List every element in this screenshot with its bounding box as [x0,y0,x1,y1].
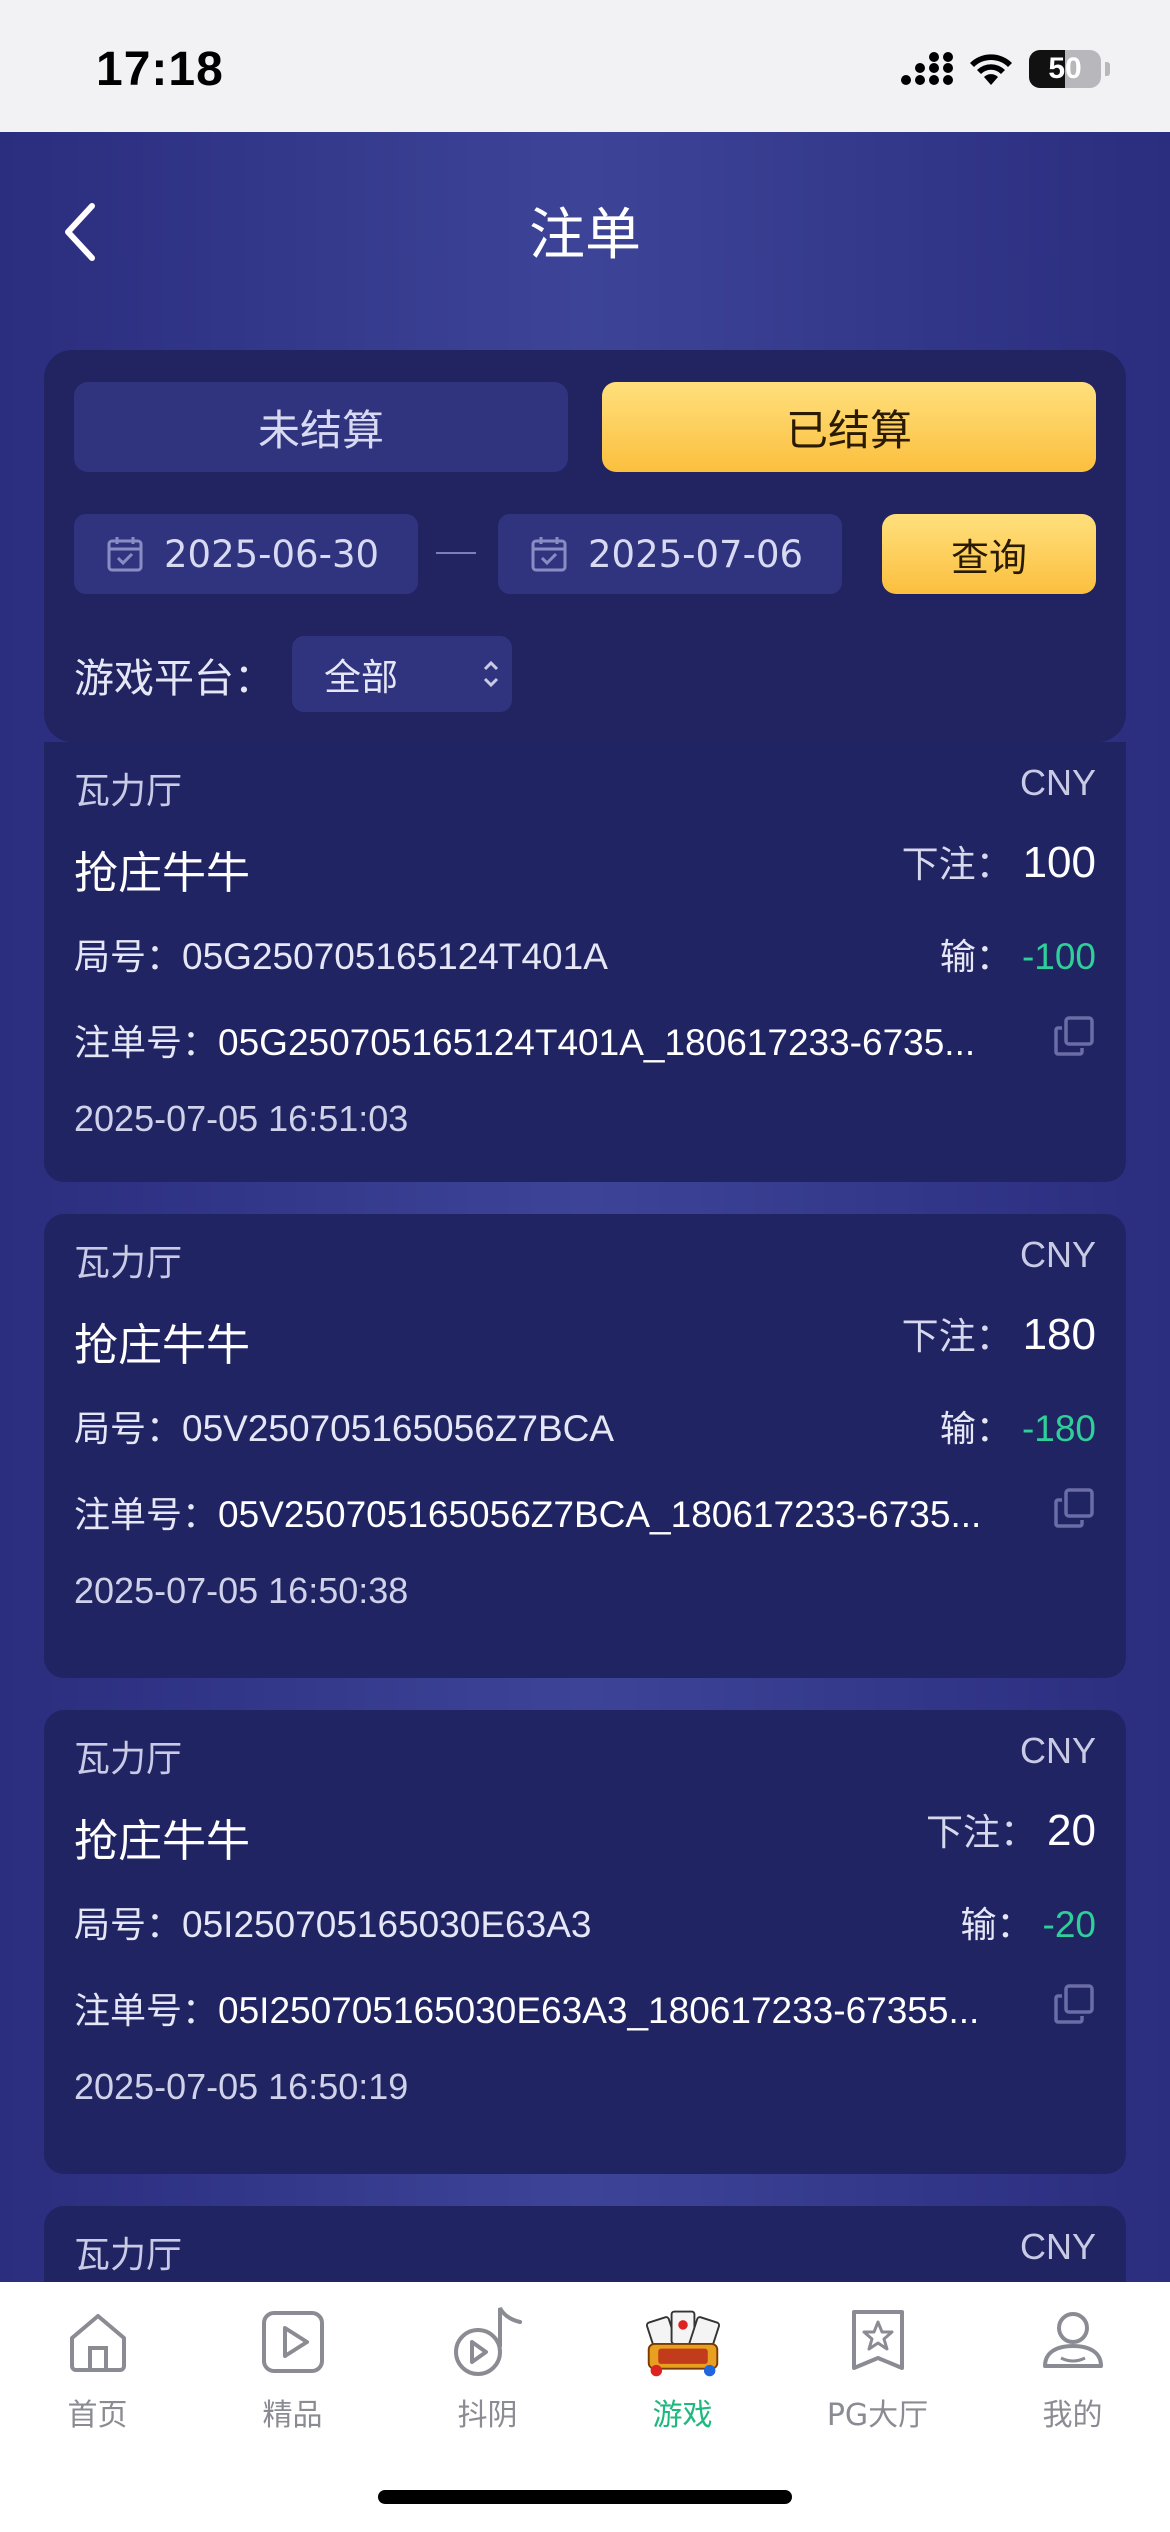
filter-panel: 未结算 已结算 2025-06-30 2025-07-06 查询 游戏平台： 全… [44,350,1126,742]
hall-name: 瓦力厅 [74,1243,183,1284]
query-button[interactable]: 查询 [882,514,1096,594]
wifi-icon [970,54,1012,85]
round-number: 局号：05V250705165056Z7BCA [74,1400,614,1452]
platform-select[interactable]: 全部 [292,636,512,712]
round-value: 05G250705165124T401A [182,936,608,977]
result: 输： -100 [940,928,1096,980]
round-value: 05V250705165056Z7BCA [182,1408,615,1449]
currency: CNY [1019,2226,1096,2267]
nav-item-douyin[interactable]: 抖阴 [390,2302,585,2434]
nav-item-profile[interactable]: 我的 [975,2302,1170,2434]
result-label: 输： [960,1905,1033,1946]
order-number: 注单号：05G250705165124T401A_180617233-6735.… [74,1014,1034,1066]
home-icon [58,2302,138,2382]
round-value: 05I250705165030E63A3 [182,1904,592,1945]
bet-time: 2025-07-05 16:50:19 [74,2066,409,2107]
copy-icon[interactable] [1052,1982,1096,2026]
platform-label: 游戏平台： [74,656,274,702]
bet-value: 180 [1022,1310,1096,1359]
bet-label: 下注： [926,1811,1038,1854]
calendar-icon [531,537,567,572]
end-date-picker[interactable]: 2025-07-06 [498,514,842,594]
bet-label: 下注： [901,843,1013,886]
bet-amount: 下注： 100 [902,834,1096,888]
hall-name: 瓦力厅 [74,1739,183,1780]
profile-icon [1033,2302,1113,2382]
nav-item-games[interactable]: 游戏 [585,2302,780,2434]
signal-icon [901,52,953,85]
page-title: 注单 [529,203,641,268]
nav-label: 抖阴 [457,2398,518,2433]
bet-record-card[interactable]: 瓦力厅 CNY 抢庄牛牛 下注： 100 局号：05G250705165124T… [44,742,1126,1182]
copy-icon[interactable] [1052,1486,1096,1530]
order-value: 05G250705165124T401A_180617233-6735... [218,1022,976,1063]
currency: CNY [1019,1234,1096,1275]
game-name: 抢庄牛牛 [74,848,250,899]
battery-icon: 50 [1029,50,1101,88]
round-number: 局号：05I250705165030E63A3 [74,1896,591,1948]
round-label: 局号： [74,937,183,978]
round-number: 局号：05G250705165124T401A [74,928,608,980]
status-icons: 50 [901,50,1110,88]
home-indicator [378,2490,792,2504]
end-date-value: 2025-07-06 [588,532,804,576]
game-name: 抢庄牛牛 [74,1816,250,1867]
result: 输： -20 [961,1896,1097,1948]
order-value: 05V250705165056Z7BCA_180617233-6735... [218,1494,982,1535]
bet-record-card[interactable]: 瓦力厅 CNY 抢庄牛牛 下注： 20 局号：05I250705165030E6… [44,1710,1126,2174]
status-time: 17:18 [96,43,224,96]
calendar-icon [107,537,143,572]
tab-settled[interactable]: 已结算 [602,382,1096,472]
nav-label: PG大厅 [826,2398,929,2433]
bet-time: 2025-07-05 16:51:03 [74,1098,409,1139]
battery-percent: 50 [1048,52,1082,85]
date-separator [436,552,476,554]
result-label: 输： [939,1409,1012,1450]
result-value: -180 [1021,1408,1096,1449]
order-label: 注单号： [74,1023,219,1064]
round-label: 局号： [74,1409,183,1450]
result-value: -100 [1021,936,1096,977]
bet-time: 2025-07-05 16:50:38 [74,1570,409,1611]
hall-name: 瓦力厅 [74,771,183,812]
bet-record-card[interactable]: 瓦力厅 CNY 抢庄牛牛 下注： 180 局号：05V250705165056Z… [44,1214,1126,1678]
copy-icon[interactable] [1052,1014,1096,1058]
bet-value: 100 [1022,838,1096,887]
currency: CNY [1019,1730,1096,1771]
nav-label: 首页 [67,2398,128,2433]
start-date-picker[interactable]: 2025-06-30 [74,514,418,594]
bet-label: 下注： [901,1315,1013,1358]
order-value: 05I250705165030E63A3_180617233-67355... [218,1990,980,2031]
order-number: 注单号：05V250705165056Z7BCA_180617233-6735.… [74,1486,1034,1538]
bet-value: 20 [1047,1806,1096,1855]
star-badge-icon [838,2302,918,2382]
result-label: 输： [939,937,1012,978]
bet-amount: 下注： 180 [902,1306,1096,1360]
order-label: 注单号： [74,1991,219,2032]
order-number: 注单号：05I250705165030E63A3_180617233-67355… [74,1982,1034,2034]
currency: CNY [1019,762,1096,803]
status-bar: 17:18 50 [0,0,1170,132]
game-name: 抢庄牛牛 [74,1320,250,1371]
nav-label: 游戏 [652,2398,713,2433]
battery-cap [1105,62,1110,76]
nav-item-featured[interactable]: 精品 [195,2302,390,2434]
round-label: 局号： [74,1905,183,1946]
nav-item-pg-hall[interactable]: PG大厅 [780,2302,975,2434]
nav-item-home[interactable]: 首页 [0,2302,195,2434]
result: 输： -180 [940,1400,1096,1452]
play-icon [253,2302,333,2382]
bet-amount: 下注： 20 [926,1802,1096,1856]
nav-label: 精品 [262,2398,323,2433]
hall-name: 瓦力厅 [74,2235,183,2276]
tab-unsettled[interactable]: 未结算 [74,382,568,472]
start-date-value: 2025-06-30 [164,532,380,576]
nav-label: 我的 [1042,2398,1103,2433]
result-value: -20 [1042,1904,1096,1945]
order-label: 注单号： [74,1495,219,1536]
select-arrows-icon [483,660,499,688]
platform-select-value: 全部 [324,656,398,699]
music-play-icon [448,2302,528,2382]
card-game-icon [643,2302,723,2382]
